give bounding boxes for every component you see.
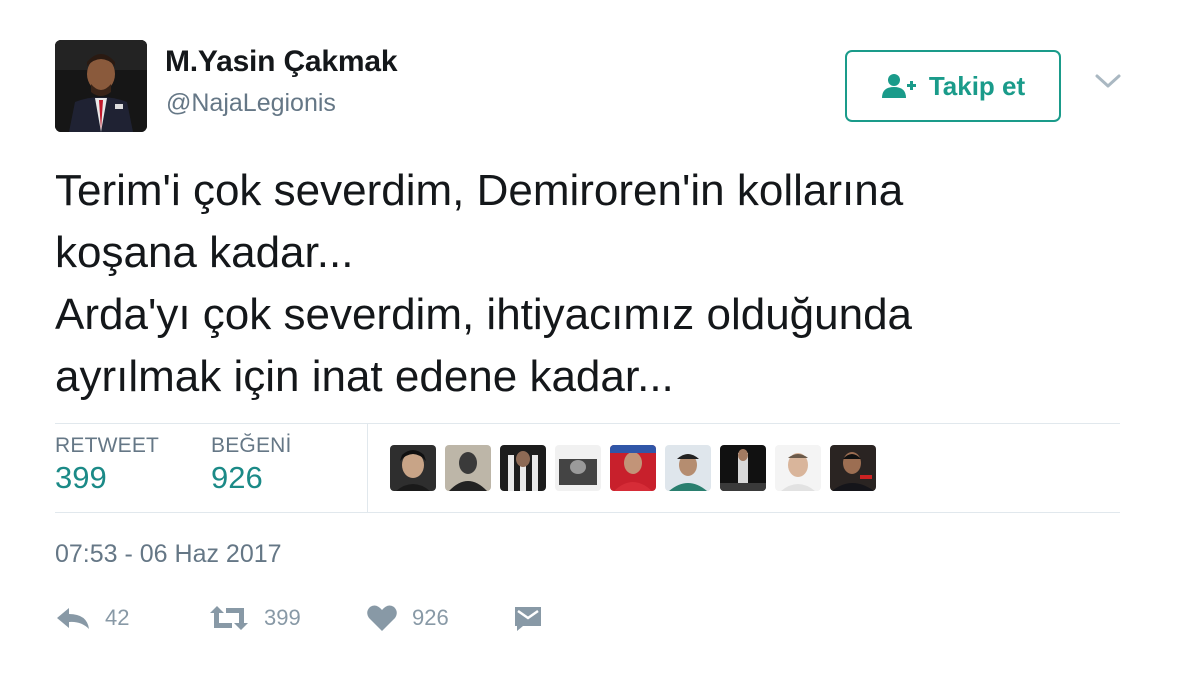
like-label: BEĞENİ [211,434,292,457]
liker-avatar[interactable] [665,445,711,491]
reply-button[interactable]: 42 [55,598,129,638]
liker-avatar[interactable] [610,445,656,491]
liker-avatar[interactable] [500,445,546,491]
tweet-timestamp[interactable]: 07:53 - 06 Haz 2017 [55,540,282,569]
liker-avatar[interactable] [775,445,821,491]
liker-avatar[interactable] [390,445,436,491]
follow-button[interactable]: Takip et [845,50,1061,122]
retweet-action-count: 399 [264,605,301,630]
liker-avatar[interactable] [445,445,491,491]
retweet-count: 399 [55,460,107,495]
like-stat[interactable]: BEĞENİ 926 [211,434,292,496]
divider [55,512,1120,513]
avatar-photo [55,40,147,132]
liker-avatar[interactable] [555,445,601,491]
heart-icon [367,605,397,631]
tweet-line: Terim'i çok severdim, Demiroren'in kolla… [55,166,904,215]
divider [55,423,1120,424]
tweet-line: koşana kadar... [55,228,354,277]
liker-avatar[interactable] [720,445,766,491]
like-action-count: 926 [412,605,449,630]
follow-button-label: Takip et [928,70,1026,101]
retweet-button[interactable]: 399 [208,598,301,638]
like-count: 926 [211,460,263,495]
message-button[interactable] [513,598,543,638]
divider [367,424,368,512]
profile-handle[interactable]: @NajaLegionis [166,89,336,118]
tweet-line: ayrılmak için inat edene kadar... [55,352,674,401]
retweet-label: RETWEET [55,434,160,457]
chevron-down-icon[interactable] [1093,70,1123,92]
avatar[interactable] [55,40,147,132]
like-button[interactable]: 926 [366,598,449,638]
profile-name[interactable]: M.Yasin Çakmak [165,45,398,79]
liker-avatar[interactable] [830,445,876,491]
retweet-stat[interactable]: RETWEET 399 [55,434,159,496]
tweet-line: Arda'yı çok severdim, ihtiyacımız olduğu… [55,290,913,339]
reply-count: 42 [105,605,130,630]
likers-avatars [390,445,876,491]
retweet-icon [210,606,248,630]
add-user-icon [881,74,916,98]
envelope-icon [515,607,541,631]
reply-icon [57,608,89,629]
tweet-text: Terim'i çok severdim, Demiroren'in kolla… [55,160,1145,408]
